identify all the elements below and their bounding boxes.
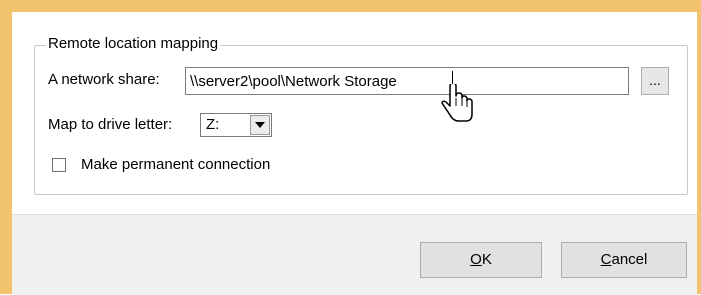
drive-letter-select[interactable]: Z: (200, 113, 272, 137)
groupbox-title: Remote location mapping (46, 35, 221, 53)
ok-label-rest: K (481, 251, 492, 268)
dropdown-arrow-button[interactable] (250, 115, 270, 135)
permanent-connection-checkbox[interactable] (52, 158, 66, 172)
cancel-mnemonic: C (600, 251, 612, 268)
browse-button[interactable]: ... (641, 67, 669, 95)
window-right-border (697, 0, 701, 294)
network-share-label: A network share: (48, 71, 160, 88)
drive-letter-label: Map to drive letter: (48, 116, 173, 133)
window-left-border (0, 0, 12, 294)
cancel-button[interactable]: Cancel (561, 242, 687, 278)
permanent-connection-label: Make permanent connection (81, 156, 271, 173)
ok-mnemonic: O (470, 251, 482, 268)
window-top-border (0, 0, 701, 12)
hand-pointer-cursor-icon (441, 84, 473, 122)
network-share-input[interactable] (185, 67, 629, 95)
chevron-down-icon (255, 122, 265, 128)
ok-button[interactable]: OK (420, 242, 542, 278)
cancel-label-rest: ancel (611, 251, 648, 268)
drive-letter-value: Z: (206, 116, 220, 133)
